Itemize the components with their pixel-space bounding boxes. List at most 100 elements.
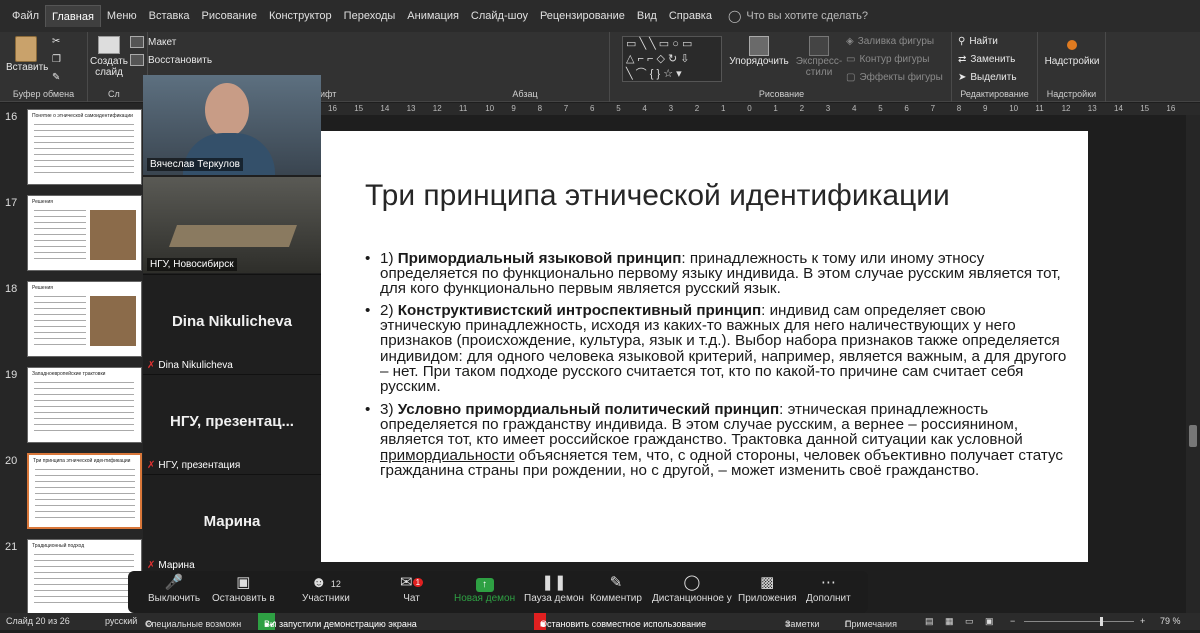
- menu-file[interactable]: Файл: [6, 5, 45, 27]
- apps-button[interactable]: ▩ Приложения: [738, 573, 797, 604]
- video-tile-marina[interactable]: Марина ✗ Марина: [143, 475, 321, 575]
- shape-effects-button[interactable]: ▢ Эффекты фигуры: [846, 72, 943, 83]
- paste-label: Вставить: [6, 62, 49, 73]
- shape-outline-button[interactable]: ▭ Контур фигуры: [846, 54, 929, 65]
- thumbnail-text-line: [35, 475, 135, 476]
- paragraph-label: Абзац: [512, 89, 538, 99]
- pause-icon: ❚❚: [541, 574, 567, 591]
- language-indicator[interactable]: русский: [105, 616, 137, 626]
- new-share-button[interactable]: ↑ Новая демон: [454, 573, 515, 604]
- lightbulb-icon: ◯: [727, 9, 742, 23]
- participants-button[interactable]: ☻ 12 Участники: [302, 573, 350, 604]
- video-tile-terkulov[interactable]: Вячеслав Теркулов: [143, 75, 321, 175]
- menu-help[interactable]: Справка: [663, 5, 718, 27]
- format-painter-icon[interactable]: ✎: [52, 72, 60, 83]
- reading-view-icon[interactable]: ▭: [965, 616, 974, 627]
- addins-button[interactable]: Надстройки: [1042, 38, 1102, 67]
- slide-title[interactable]: Три принципа этнической идентификации: [365, 179, 950, 213]
- cut-icon[interactable]: ✂: [52, 36, 60, 47]
- slide-thumbnail[interactable]: Решения: [27, 195, 142, 271]
- menu-menu[interactable]: Меню: [101, 5, 143, 27]
- tell-me-box[interactable]: ◯ Что вы хотите сделать?: [718, 9, 868, 23]
- slide-counter: Слайд 20 из 26: [6, 616, 70, 626]
- ruler-mark: 10: [1009, 104, 1019, 113]
- clipboard-icon: [15, 36, 37, 62]
- editing-label: Редактирование: [960, 89, 1029, 99]
- thumbnail-text-line: [34, 578, 134, 579]
- addins-icon: [1067, 40, 1077, 50]
- chat-button[interactable]: ✉ 1 Чат: [400, 573, 424, 604]
- zoom-slider-thumb[interactable]: [1100, 617, 1103, 626]
- menu-transitions[interactable]: Переходы: [338, 5, 402, 27]
- restore-button[interactable]: Восстановить: [130, 54, 212, 66]
- find-button[interactable]: ⚲ Найти: [958, 36, 998, 47]
- ruler-mark: 8: [537, 104, 543, 113]
- copy-icon[interactable]: ❐: [52, 54, 61, 65]
- menu-review[interactable]: Рецензирование: [534, 5, 631, 27]
- menu-home[interactable]: Главная: [45, 5, 101, 27]
- stop-sharing-button[interactable]: ■ Остановить совместное использование: [534, 613, 706, 630]
- more-button[interactable]: ⋯ Дополнит: [806, 573, 851, 604]
- video-tile-ngu[interactable]: НГУ, Новосибирск: [143, 175, 321, 275]
- thumbnail-text-line: [35, 493, 135, 494]
- zoom-out-icon[interactable]: −: [1010, 616, 1015, 626]
- replace-button[interactable]: ⇄ Заменить: [958, 54, 1015, 65]
- arrange-button[interactable]: Упорядочить: [728, 36, 790, 67]
- menu-insert[interactable]: Вставка: [143, 5, 196, 27]
- thumbnail-text-line: [34, 344, 86, 345]
- menu-draw[interactable]: Рисование: [196, 5, 263, 27]
- microphone-icon: 🎤: [164, 574, 184, 591]
- menu-view[interactable]: Вид: [631, 5, 663, 27]
- find-icon: ⚲: [958, 36, 966, 47]
- paste-button[interactable]: Вставить: [6, 36, 49, 73]
- menu-animation[interactable]: Анимация: [401, 5, 465, 27]
- video-tile-dina[interactable]: Dina Nikulicheva ✗ Dina Nikulicheva: [143, 275, 321, 375]
- replace-icon: ⇄: [958, 54, 967, 65]
- shapes-gallery[interactable]: ▭ ╲ ╲ ▭ ○ ▭ △ ⌐ ⌐ ◇ ↻ ⇩ ╲ ⌒ { } ☆ ▾: [622, 36, 722, 82]
- zoom-in-icon[interactable]: +: [1140, 616, 1145, 626]
- chat-badge: 1: [412, 578, 424, 587]
- ruler-mark: 11: [459, 104, 468, 113]
- create-slide-button[interactable]: Создать слайд: [90, 36, 128, 78]
- slide-thumbnail[interactable]: Решения: [27, 281, 142, 357]
- thumbnail-text-line: [34, 216, 86, 217]
- drawing-label: Рисование: [758, 89, 805, 99]
- zoom-slider[interactable]: [1024, 621, 1134, 622]
- video-participants-strip: Вячеслав Теркулов НГУ, Новосибирск Dina …: [143, 75, 321, 585]
- scroll-thumb[interactable]: [1189, 425, 1197, 447]
- sorter-view-icon[interactable]: ▦: [945, 616, 954, 627]
- ruler-mark: 2: [694, 104, 700, 113]
- video-tile-ngu-presentation[interactable]: НГУ, презентац... ✗ НГУ, презентация: [143, 375, 321, 475]
- mute-button[interactable]: 🎤 Выключить: [148, 573, 200, 604]
- slide-thumbnail[interactable]: Понятие о этнической самоидентификации: [27, 109, 142, 185]
- addins-label: Надстройки: [1046, 89, 1097, 99]
- remote-control-button[interactable]: ◯ Дистанционное у: [652, 573, 732, 604]
- slide-thumbnail[interactable]: Три принципа этнической идентификации: [27, 453, 142, 529]
- slide-thumbnail[interactable]: Западноевропейские трактовки: [27, 367, 142, 443]
- slide-thumbnails-pane[interactable]: 16 Понятие о этнической самоидентификации…: [0, 103, 145, 615]
- layout-icon: [130, 36, 144, 48]
- bullet-dot: •: [365, 250, 371, 267]
- annotate-button[interactable]: ✎ Комментир: [590, 573, 642, 604]
- create-slide-label: Создать слайд: [90, 56, 129, 78]
- menu-slideshow[interactable]: Слайд-шоу: [465, 5, 534, 27]
- slideshow-view-icon[interactable]: ▣: [985, 616, 994, 627]
- stop-video-button[interactable]: ▣ Остановить в: [212, 573, 275, 604]
- slides-label: Сл: [108, 89, 120, 99]
- pause-share-button[interactable]: ❚❚ Пауза демон: [524, 573, 584, 604]
- vertical-scrollbar[interactable]: [1186, 115, 1200, 613]
- participant-label: ✗ НГУ, презентация: [147, 460, 241, 471]
- slide-canvas[interactable]: Три принципа этнической идентификации • …: [321, 131, 1088, 562]
- slides-group: Создать слайд Макет Восстановить Сл: [88, 32, 212, 102]
- menu-design[interactable]: Конструктор: [263, 5, 338, 27]
- slide-thumbnail[interactable]: Традиционный подход: [27, 539, 142, 615]
- shape-fill-button[interactable]: ◈ Заливка фигуры: [846, 36, 934, 47]
- express-styles-button[interactable]: Экспресс-стили: [794, 36, 844, 78]
- zoom-level[interactable]: 79 %: [1160, 616, 1181, 626]
- cursor-icon: ➤: [958, 72, 967, 83]
- thumbnail-text-line: [34, 172, 134, 173]
- normal-view-icon[interactable]: ▤: [925, 616, 934, 627]
- select-button[interactable]: ➤ Выделить: [958, 72, 1017, 83]
- participant-placeholder: НГУ, презентац...: [170, 413, 294, 430]
- layout-button[interactable]: Макет: [130, 36, 176, 48]
